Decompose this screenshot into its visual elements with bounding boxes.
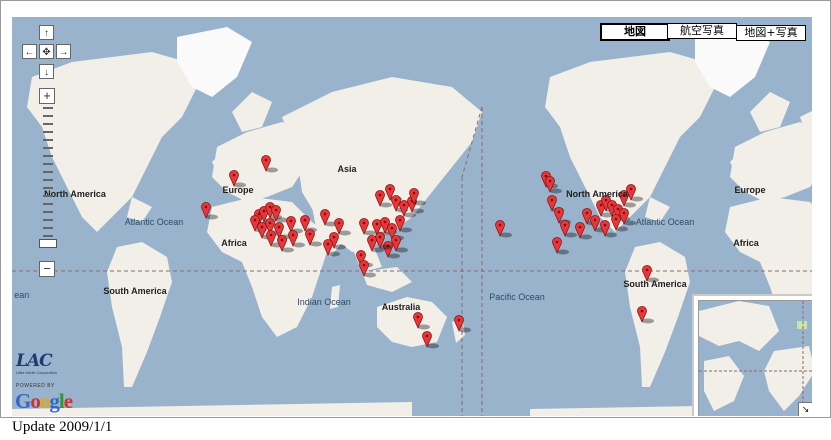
zoom-tick[interactable] <box>43 195 53 197</box>
label-europe-east: Europe <box>734 185 765 195</box>
label-north-america-east: North America <box>566 189 629 199</box>
google-logo[interactable]: Google <box>15 389 73 414</box>
label-atlantic-edge: tic ean <box>12 290 29 300</box>
overview-map-graphic <box>699 301 812 416</box>
label-asia: Asia <box>337 164 357 174</box>
lac-logo-text: LAC <box>16 351 53 371</box>
lac-logo-subtitle: Little eArth Corporation <box>16 370 58 375</box>
map-type-map-button[interactable]: 地図 <box>600 23 670 41</box>
zoom-track[interactable] <box>43 107 53 247</box>
pan-left-button[interactable]: ← <box>22 44 37 59</box>
location-marker[interactable] <box>375 232 392 250</box>
label-pacific: Pacific Ocean <box>489 292 545 302</box>
google-logo-letter: o <box>39 389 50 413</box>
pan-down-button[interactable]: ↓ <box>39 64 54 79</box>
label-atlantic-east: Atlantic Ocean <box>636 217 695 227</box>
zoom-in-button[interactable]: + <box>39 88 55 104</box>
google-logo-letter: G <box>15 389 31 413</box>
google-logo-letter: e <box>63 389 73 413</box>
zoom-tick[interactable] <box>43 131 53 133</box>
location-marker[interactable] <box>560 220 578 238</box>
label-south-america: South America <box>103 286 167 296</box>
label-africa: Africa <box>221 238 248 248</box>
overview-toggle-button[interactable]: ↘ <box>798 402 812 416</box>
pan-right-button[interactable]: → <box>56 44 71 59</box>
label-north-america: North America <box>44 189 107 199</box>
label-indian: Indian Ocean <box>297 297 351 307</box>
zoom-tick[interactable] <box>43 219 53 221</box>
zoom-tick[interactable] <box>43 171 53 173</box>
label-australia: Australia <box>382 302 422 312</box>
zoom-tick[interactable] <box>43 179 53 181</box>
map-type-hybrid-button[interactable]: 地図+写真 <box>736 25 806 41</box>
location-marker[interactable] <box>552 237 569 255</box>
map-type-satellite-button[interactable]: 航空写真 <box>667 23 737 39</box>
label-africa-east: Africa <box>733 238 760 248</box>
world-map[interactable]: North America South America Europe Asia … <box>12 17 812 416</box>
location-marker[interactable] <box>495 220 512 238</box>
google-logo-letter: g <box>49 389 59 413</box>
zoom-tick[interactable] <box>43 155 53 157</box>
location-marker[interactable] <box>391 235 409 253</box>
update-label: Update 2009/1/1 <box>12 419 113 435</box>
label-south-america-east: South America <box>623 279 687 289</box>
zoom-tick[interactable] <box>43 139 53 141</box>
zoom-tick[interactable] <box>43 227 53 229</box>
pan-up-button[interactable]: ↑ <box>39 25 54 40</box>
zoom-tick[interactable] <box>43 147 53 149</box>
zoom-tick[interactable] <box>43 235 53 237</box>
google-logo-letter: o <box>30 389 40 413</box>
label-atlantic: Atlantic Ocean <box>125 217 184 227</box>
zoom-out-button[interactable]: − <box>39 261 55 277</box>
zoom-tick[interactable] <box>43 107 53 109</box>
zoom-tick[interactable] <box>43 163 53 165</box>
zoom-tick[interactable] <box>43 211 53 213</box>
label-europe: Europe <box>222 185 253 195</box>
zoom-tick[interactable] <box>43 187 53 189</box>
overview-map-canvas[interactable] <box>698 300 812 416</box>
zoom-tick[interactable] <box>43 115 53 117</box>
pan-center-button[interactable]: ✥ <box>39 44 54 59</box>
zoom-tick[interactable] <box>43 123 53 125</box>
lac-logo: LAC Little eArth Corporation <box>16 351 66 376</box>
zoom-slider-handle[interactable] <box>39 239 57 248</box>
overview-map[interactable]: ↘ <box>692 294 812 416</box>
zoom-tick[interactable] <box>43 203 53 205</box>
